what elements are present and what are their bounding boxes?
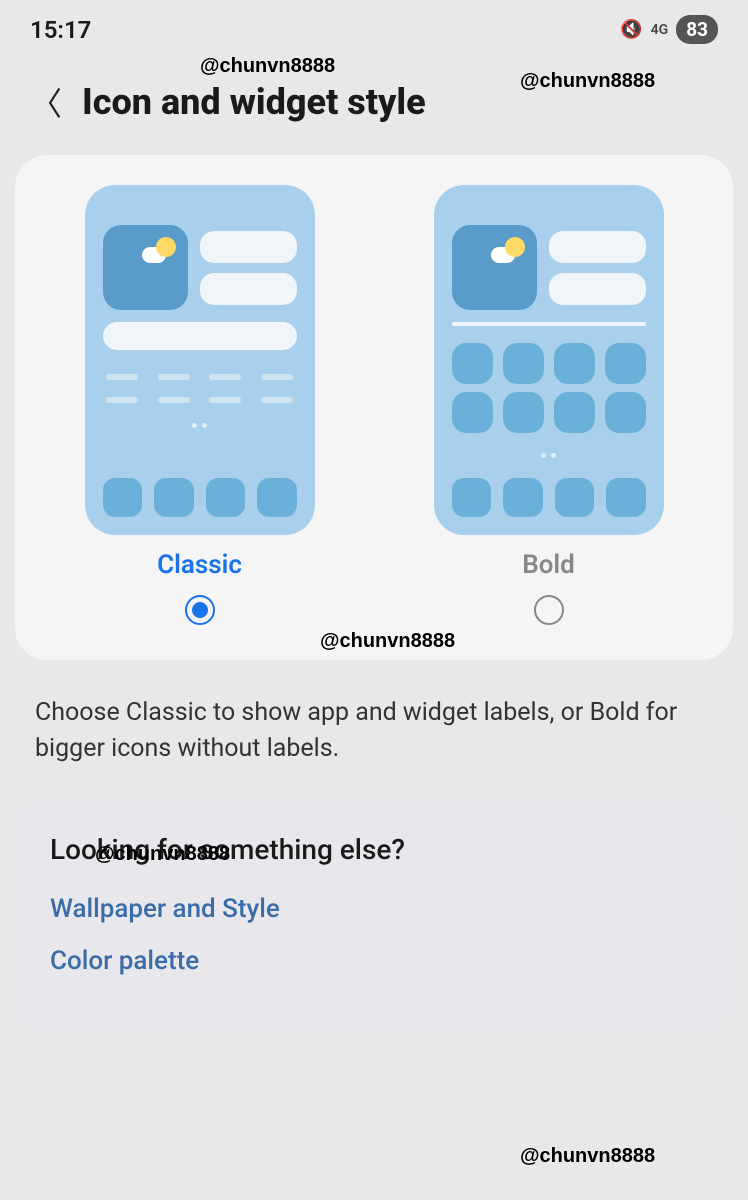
status-right: 🔇 4G 83 (620, 15, 718, 44)
radio-bold[interactable] (534, 595, 564, 625)
weather-widget-icon (452, 225, 537, 310)
option-bold[interactable]: Bold (434, 185, 664, 625)
battery-indicator: 83 (676, 15, 718, 44)
page-title: Icon and widget style (82, 81, 426, 123)
option-classic-label: Classic (157, 550, 242, 580)
watermark: @chunvn8888 (95, 843, 230, 866)
preview-bold (434, 185, 664, 535)
style-description: Choose Classic to show app and widget la… (0, 660, 748, 798)
watermark: @chunvn8888 (200, 55, 335, 78)
radio-classic[interactable] (185, 595, 215, 625)
signal-indicator: 4G (651, 22, 669, 38)
option-classic[interactable]: Classic (85, 185, 315, 625)
suggestions-card: Looking for something else? Wallpaper an… (15, 798, 733, 1033)
status-time: 15:17 (30, 16, 91, 44)
option-bold-label: Bold (522, 550, 575, 580)
link-color-palette[interactable]: Color palette (50, 946, 698, 976)
weather-widget-icon (103, 225, 188, 310)
mute-icon: 🔇 (620, 19, 642, 40)
status-bar: 15:17 🔇 4G 83 (0, 0, 748, 54)
watermark: @chunvn8888 (520, 1145, 655, 1168)
back-button[interactable]: 〈 (30, 79, 62, 125)
style-options-card: Classic (15, 155, 733, 660)
link-wallpaper-style[interactable]: Wallpaper and Style (50, 894, 698, 924)
style-options-row: Classic (40, 185, 708, 625)
watermark: @chunvn8888 (320, 630, 455, 653)
watermark: @chunvn8888 (520, 70, 655, 93)
preview-classic (85, 185, 315, 535)
